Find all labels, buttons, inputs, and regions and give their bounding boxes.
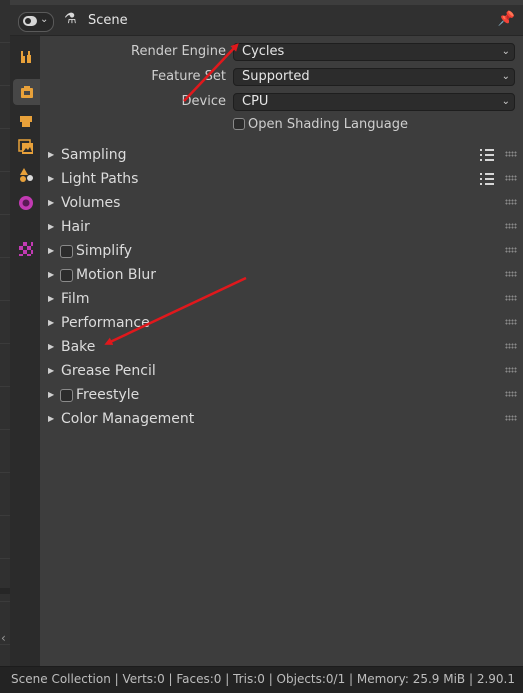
disclosure-triangle-icon[interactable]: ▶ xyxy=(48,174,54,183)
camera-back-icon xyxy=(20,86,33,98)
disclosure-triangle-icon[interactable]: ▶ xyxy=(48,390,54,399)
panel-simplify[interactable]: ▶ Simplify xyxy=(40,240,523,264)
collapse-arrow-icon[interactable]: ‹ xyxy=(1,631,6,645)
globe-icon xyxy=(19,196,33,210)
disclosure-triangle-icon[interactable]: ▶ xyxy=(48,294,54,303)
osl-checkbox[interactable] xyxy=(233,117,245,130)
panel-enable-checkbox[interactable] xyxy=(60,245,73,258)
disclosure-triangle-icon[interactable]: ▶ xyxy=(48,222,54,231)
render-properties: Render Engine Cycles ⌄ Feature Set Suppo… xyxy=(40,36,523,666)
panel-label: Color Management xyxy=(61,411,195,427)
status-text: Scene Collection | Verts:0 | Faces:0 | T… xyxy=(11,672,515,686)
drag-handle-icon[interactable] xyxy=(505,151,517,157)
chevron-down-icon: ⌄ xyxy=(501,96,510,107)
drag-handle-icon[interactable] xyxy=(505,247,517,253)
properties-editor-toggle-icon xyxy=(23,16,37,26)
device-value: CPU xyxy=(242,94,269,109)
disclosure-triangle-icon[interactable]: ▶ xyxy=(48,270,54,279)
tab-scene[interactable] xyxy=(13,162,39,188)
panel-sampling[interactable]: ▶ Sampling xyxy=(40,144,523,168)
device-dropdown[interactable]: CPU ⌄ xyxy=(233,93,515,111)
checker-icon xyxy=(19,242,33,256)
tab-texture[interactable] xyxy=(13,236,39,262)
panel-motion-blur[interactable]: ▶ Motion Blur xyxy=(40,264,523,288)
disclosure-triangle-icon[interactable]: ▶ xyxy=(48,198,54,207)
drag-handle-icon[interactable] xyxy=(505,319,517,325)
panel-label: Simplify xyxy=(76,243,133,259)
panel-label: Sampling xyxy=(61,147,127,163)
panel-hair[interactable]: ▶ Hair xyxy=(40,216,523,240)
panel-label: Performance xyxy=(61,315,150,331)
panel-label: Volumes xyxy=(61,195,121,211)
tab-output[interactable] xyxy=(13,108,39,134)
feature-set-label: Feature Set xyxy=(151,69,226,84)
disclosure-triangle-icon[interactable]: ▶ xyxy=(48,366,54,375)
panel-label: Bake xyxy=(61,339,96,355)
tab-render[interactable] xyxy=(13,79,40,105)
chevron-down-icon: ⌄ xyxy=(40,14,49,25)
drag-handle-icon[interactable] xyxy=(505,295,517,301)
scene-icon: ⚗ xyxy=(64,11,77,27)
panel-bake[interactable]: ▶ Bake xyxy=(40,336,523,360)
drag-handle-icon[interactable] xyxy=(505,271,517,277)
disclosure-triangle-icon[interactable]: ▶ xyxy=(48,246,54,255)
panel-light-paths[interactable]: ▶ Light Paths xyxy=(40,168,523,192)
editor-type-button[interactable]: ⌄ xyxy=(18,12,54,32)
feature-set-dropdown[interactable]: Supported ⌄ xyxy=(233,68,515,86)
pin-icon[interactable]: 📌 xyxy=(498,11,515,27)
panel-film[interactable]: ▶ Film xyxy=(40,288,523,312)
cone-sphere-icon xyxy=(20,168,33,182)
area-divider[interactable] xyxy=(0,588,10,594)
tab-view-layer[interactable] xyxy=(13,134,39,160)
render-engine-dropdown[interactable]: Cycles ⌄ xyxy=(233,43,515,61)
panel-performance[interactable]: ▶ Performance xyxy=(40,312,523,336)
panel-label: Grease Pencil xyxy=(61,363,156,379)
properties-tab-column xyxy=(10,36,40,666)
disclosure-triangle-icon[interactable]: ▶ xyxy=(48,318,54,327)
drag-handle-icon[interactable] xyxy=(505,175,517,181)
presets-list-icon[interactable] xyxy=(480,147,494,161)
scene-title: Scene xyxy=(88,13,128,28)
panel-label: Hair xyxy=(61,219,90,235)
status-bar: Scene Collection | Verts:0 | Faces:0 | T… xyxy=(0,666,523,693)
viewport-edge: ‹ xyxy=(0,0,10,666)
drag-handle-icon[interactable] xyxy=(505,415,517,421)
panel-label: Freestyle xyxy=(76,387,140,403)
disclosure-triangle-icon[interactable]: ▶ xyxy=(48,414,54,423)
image-stack-icon xyxy=(18,139,33,154)
panel-color-management[interactable]: ▶ Color Management xyxy=(40,408,523,432)
drag-handle-icon[interactable] xyxy=(505,391,517,397)
render-engine-value: Cycles xyxy=(242,44,285,59)
drag-handle-icon[interactable] xyxy=(505,199,517,205)
panel-label: Film xyxy=(61,291,90,307)
panel-label: Light Paths xyxy=(61,171,139,187)
panel-enable-checkbox[interactable] xyxy=(60,269,73,282)
chevron-down-icon: ⌄ xyxy=(501,71,510,82)
feature-set-value: Supported xyxy=(242,69,310,84)
panel-grease-pencil[interactable]: ▶ Grease Pencil xyxy=(40,360,523,384)
osl-label: Open Shading Language xyxy=(248,117,408,132)
properties-header: ⌄ ⚗ Scene 📌 xyxy=(10,5,523,36)
render-engine-label: Render Engine xyxy=(131,44,226,59)
drag-handle-icon[interactable] xyxy=(505,223,517,229)
chevron-down-icon: ⌄ xyxy=(501,46,510,57)
disclosure-triangle-icon[interactable]: ▶ xyxy=(48,150,54,159)
printer-icon xyxy=(20,116,32,127)
drag-handle-icon[interactable] xyxy=(505,367,517,373)
tab-world[interactable] xyxy=(13,190,39,216)
panel-enable-checkbox[interactable] xyxy=(60,389,73,402)
panel-freestyle[interactable]: ▶ Freestyle xyxy=(40,384,523,408)
drag-handle-icon[interactable] xyxy=(505,343,517,349)
disclosure-triangle-icon[interactable]: ▶ xyxy=(48,342,54,351)
presets-list-icon[interactable] xyxy=(480,171,494,185)
device-label: Device xyxy=(181,94,226,109)
tab-tool[interactable] xyxy=(13,44,39,70)
panel-volumes[interactable]: ▶ Volumes xyxy=(40,192,523,216)
osl-toggle[interactable]: Open Shading Language xyxy=(233,117,408,132)
panel-label: Motion Blur xyxy=(76,267,157,283)
wrench-screwdriver-icon xyxy=(21,51,31,63)
